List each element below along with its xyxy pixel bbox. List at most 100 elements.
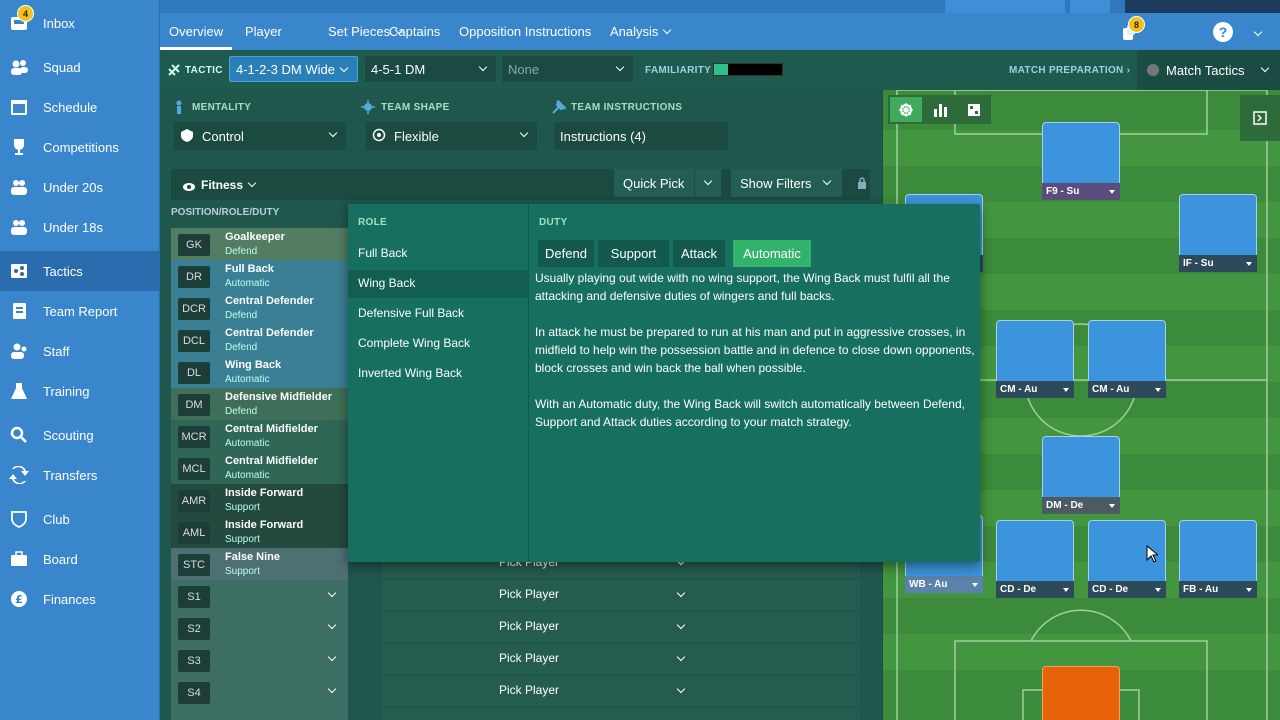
sidebar-item-label: Tactics — [43, 263, 83, 279]
position-row-aml[interactable]: AML Inside Forward Support — [171, 516, 348, 548]
role-option-full-back[interactable]: Full Back — [358, 246, 407, 260]
sidebar-item-tactics[interactable]: Tactics — [0, 251, 160, 291]
show-filters-button[interactable]: Show Filters — [731, 169, 842, 197]
calendar-icon — [9, 98, 29, 116]
mentality-dropdown[interactable]: Control — [174, 122, 346, 150]
grid-view-icon[interactable] — [958, 97, 990, 122]
position-row-mcr[interactable]: MCR Central Midfielder Automatic — [171, 420, 348, 452]
role-duty: Automatic — [225, 470, 270, 481]
tab-opposition-instructions[interactable]: Opposition Instructions — [459, 24, 591, 39]
position-row-stc[interactable]: STC False Nine Support — [171, 548, 348, 580]
sub-row-s3[interactable]: S3 — [171, 644, 348, 676]
role-duty: Automatic — [225, 438, 270, 449]
duty-support-button[interactable]: Support — [598, 240, 669, 267]
role-option-inverted-wing-back[interactable]: Inverted Wing Back — [358, 366, 462, 380]
dropdown-arrow-icon — [1063, 588, 1069, 592]
player-picker-row[interactable]: Pick Player — [382, 580, 860, 610]
position-row-amr[interactable]: AMR Inside Forward Support — [171, 484, 348, 516]
player-card-cm-left[interactable]: CM - Au — [1088, 320, 1166, 398]
sidebar-item-training[interactable]: Training — [0, 371, 160, 411]
sidebar-item-competitions[interactable]: Competitions — [0, 127, 160, 167]
tab-player[interactable]: Player — [245, 24, 282, 39]
match-preparation-link[interactable]: MATCH PREPARATION › — [1009, 65, 1130, 76]
team-shape-value: Flexible — [394, 128, 439, 144]
role-option-complete-wing-back[interactable]: Complete Wing Back — [358, 336, 470, 350]
position-code: S1 — [178, 586, 210, 608]
player-picker-row[interactable]: Pick Player — [382, 644, 860, 674]
sidebar-item-team-report[interactable]: Team Report — [0, 291, 160, 331]
board-icon — [9, 550, 29, 568]
tactic-1-dropdown[interactable]: 4-1-2-3 DM Wide — [229, 56, 358, 82]
tab-captains[interactable]: Captains — [389, 24, 440, 39]
sub-row-s2[interactable]: S2 — [171, 612, 348, 644]
sidebar-item-under-18s[interactable]: Under 18s — [0, 207, 160, 247]
position-row-dcr[interactable]: DCR Central Defender Defend — [171, 292, 348, 324]
sidebar-item-transfers[interactable]: Transfers — [0, 455, 160, 495]
pound-icon: £ — [9, 590, 29, 608]
tab-analysis[interactable]: Analysis — [610, 24, 672, 39]
sidebar-item-schedule[interactable]: Schedule — [0, 87, 160, 127]
chevron-down-icon — [703, 176, 713, 186]
role-option-defensive-full-back[interactable]: Defensive Full Back — [358, 306, 464, 320]
player-card-fb[interactable]: FB - Au — [1179, 520, 1257, 598]
player-picker-row[interactable]: Pick Player — [382, 676, 860, 706]
lock-icon[interactable] — [857, 177, 867, 192]
position-code: STC — [178, 554, 210, 576]
sidebar-item-board[interactable]: Board — [0, 539, 160, 579]
player-card-cd-left[interactable]: CD - De — [996, 520, 1074, 598]
player-card-gk[interactable] — [1042, 666, 1120, 720]
sidebar-item-club[interactable]: Club — [0, 499, 160, 539]
sub-row-s4[interactable]: S4 — [171, 676, 348, 708]
fitness-dropdown[interactable]: Fitness — [201, 178, 257, 192]
match-tactics-dropdown[interactable]: Match Tactics — [1137, 50, 1280, 90]
sub-row-s1[interactable]: S1 — [171, 580, 348, 612]
team-instructions-button[interactable]: Instructions (4) — [554, 122, 728, 150]
player-card-if[interactable]: IF - Su — [1179, 194, 1257, 272]
sidebar-item-label: Finances — [43, 591, 96, 607]
quick-pick-button[interactable]: Quick Pick — [614, 169, 721, 197]
position-row-mcl[interactable]: MCL Central Midfielder Automatic — [171, 452, 348, 484]
chevron-down-icon — [822, 176, 832, 186]
mentality-icon-small — [180, 128, 194, 145]
position-row-dm[interactable]: DM Defensive Midfielder Defend — [171, 388, 348, 420]
role-option-wing-back[interactable]: Wing Back — [358, 276, 415, 290]
help-icon[interactable]: ? — [1213, 22, 1233, 42]
player-card-cm-right[interactable]: CM - Au — [996, 320, 1074, 398]
sidebar-item-inbox[interactable]: 4 Inbox — [0, 3, 160, 43]
pitch-view-icon[interactable] — [890, 97, 922, 122]
tab-overview[interactable]: Overview — [159, 24, 233, 50]
sidebar-item-staff[interactable]: Staff — [0, 331, 160, 371]
position-row-gk[interactable]: GK Goalkeeper Defend — [171, 228, 348, 260]
sidebar-item-label: Staff — [43, 343, 70, 359]
tactic-2-dropdown[interactable]: 4-5-1 DM — [365, 56, 496, 82]
menu-chevron-down-icon[interactable] — [1253, 26, 1263, 41]
position-row-dcl[interactable]: DCL Central Defender Defend — [171, 324, 348, 356]
fitness-label: Fitness — [201, 178, 244, 192]
position-row-dl[interactable]: DL Wing Back Automatic — [171, 356, 348, 388]
player-picker-row[interactable]: Pick Player — [382, 612, 860, 642]
role-name: Inside Forward — [225, 487, 304, 499]
role-name: Central Defender — [225, 327, 314, 339]
duty-defend-button[interactable]: Defend — [538, 240, 594, 267]
match-tactics-label: Match Tactics — [1166, 63, 1245, 78]
bar-chart-icon[interactable] — [924, 97, 956, 122]
player-card-f9[interactable]: F9 - Su — [1042, 122, 1120, 200]
sidebar-item-label: Board — [43, 551, 78, 567]
sidebar-item-finances[interactable]: £ Finances — [0, 579, 160, 619]
role-name: Central Midfielder — [225, 423, 318, 435]
sidebar-item-scouting[interactable]: Scouting — [0, 415, 160, 455]
duty-automatic-button[interactable]: Automatic — [733, 240, 811, 267]
familiarity-fill — [714, 64, 728, 75]
sidebar-item-squad[interactable]: Squad — [0, 47, 160, 87]
role-duty: Support — [225, 566, 261, 577]
team-shape-dropdown[interactable]: Flexible — [366, 122, 537, 150]
collapse-panel-button[interactable] — [1240, 95, 1280, 141]
chevron-down-icon — [615, 62, 625, 72]
squad-icon — [9, 58, 29, 76]
player-card-dm[interactable]: DM - De — [1042, 436, 1120, 514]
tactic-3-dropdown[interactable]: None — [502, 56, 633, 82]
familiarity-label: FAMILIARITY — [645, 65, 712, 76]
duty-attack-button[interactable]: Attack — [673, 240, 725, 267]
position-row-dr[interactable]: DR Full Back Automatic — [171, 260, 348, 292]
sidebar-item-under-20s[interactable]: Under 20s — [0, 167, 160, 207]
